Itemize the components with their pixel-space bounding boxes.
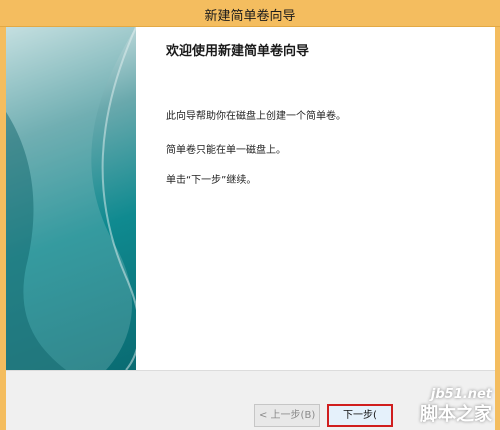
title-bar[interactable]: 新建简单卷向导: [0, 0, 500, 27]
back-button[interactable]: < 上一步(B): [254, 404, 320, 427]
wizard-paragraph-intro: 此向导帮助你在磁盘上创建一个简单卷。: [166, 111, 346, 122]
window-title: 新建简单卷向导: [204, 9, 296, 24]
window-frame-right: [495, 27, 500, 430]
wizard-client-area: 欢迎使用新建简单卷向导 此向导帮助你在磁盘上创建一个简单卷。 简单卷只能在单一磁…: [6, 27, 495, 430]
wizard-window: 新建简单卷向导 欢迎使用新建简单卷向导 此向导帮助你在磁盘上创建一个简单卷。 简…: [0, 0, 500, 430]
wizard-paragraph-single-disk: 简单卷只能在单一磁盘上。: [166, 145, 286, 156]
next-button[interactable]: 下一步(: [327, 404, 393, 427]
wizard-banner-image: [6, 27, 136, 370]
wizard-paragraph-continue: 单击“下一步”继续。: [166, 175, 257, 186]
wizard-content: 欢迎使用新建简单卷向导 此向导帮助你在磁盘上创建一个简单卷。 简单卷只能在单一磁…: [136, 27, 495, 370]
wizard-heading: 欢迎使用新建简单卷向导: [166, 44, 310, 59]
banner-wave-graphic: [6, 27, 136, 370]
wizard-button-bar: < 上一步(B) 下一步(: [6, 370, 495, 430]
